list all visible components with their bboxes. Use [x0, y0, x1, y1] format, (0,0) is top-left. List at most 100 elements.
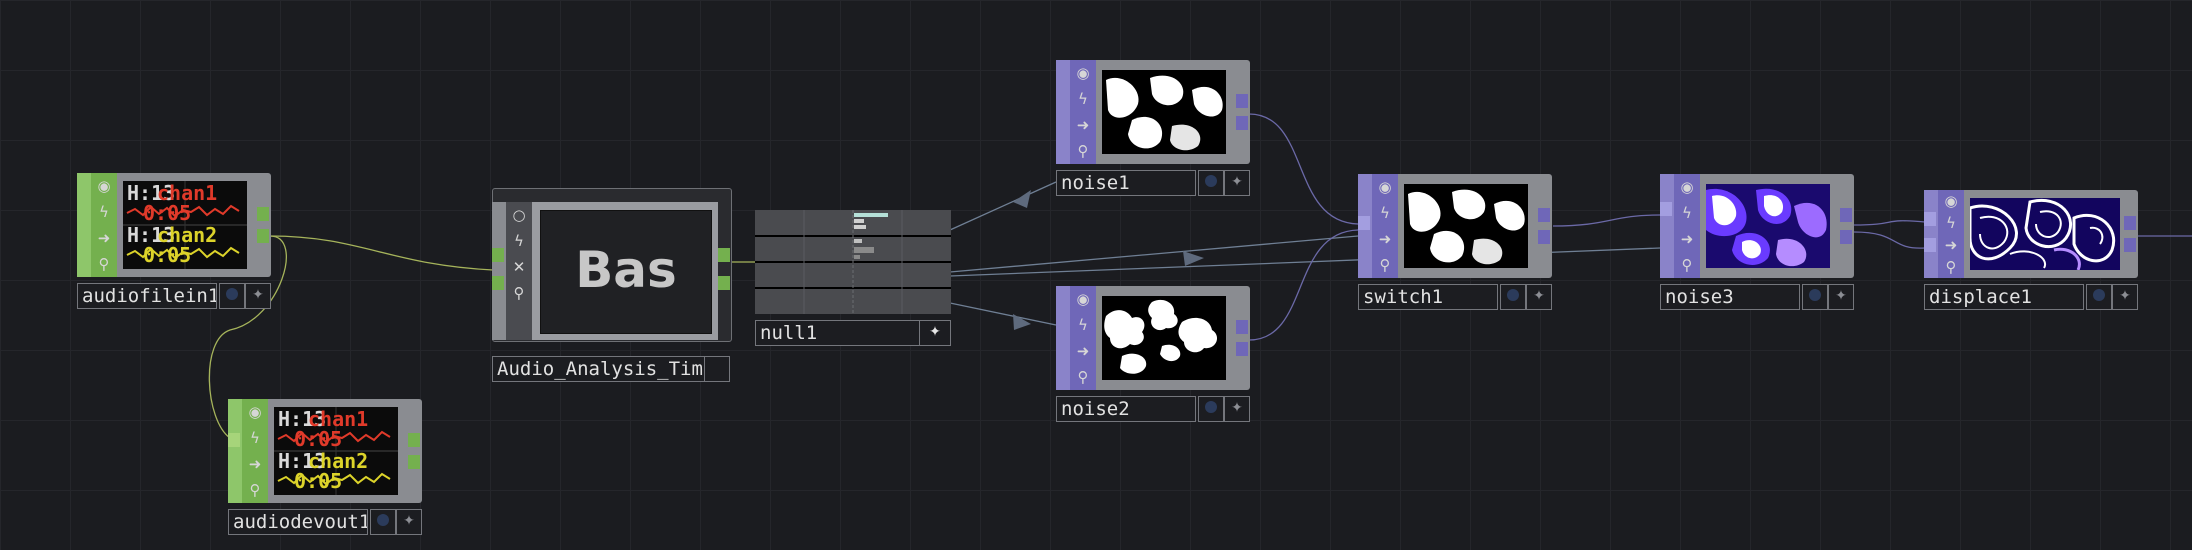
node-name[interactable]: Audio_Analysis_Time	[492, 356, 706, 382]
node-audiofilein1[interactable]: ◉ ϟ ➜ ⚲ H:13 chan1 0:05 H:13 chan2 0:05 …	[77, 173, 271, 309]
node-name[interactable]: noise2	[1056, 396, 1196, 422]
top-preview[interactable]	[1706, 184, 1830, 268]
node-null1[interactable]: null1 ✦	[755, 210, 951, 346]
star-icon[interactable]: ✦	[1828, 284, 1854, 310]
wrench-icon[interactable]: ⚲	[91, 251, 117, 277]
chop-viewer[interactable]: H:13 chan1 0:05 H:13 chan2 0:05	[274, 407, 398, 495]
node-name[interactable]: switch1	[1358, 284, 1498, 310]
output-connector[interactable]	[1236, 320, 1248, 334]
circle-icon[interactable]: ○	[506, 202, 532, 228]
close-icon[interactable]: ✕	[506, 254, 532, 280]
node-noise2[interactable]: ◉ ϟ ➜ ⚲ noise2 ✦	[1056, 286, 1250, 422]
output-connector[interactable]	[1236, 94, 1248, 108]
output-connector[interactable]	[257, 207, 269, 221]
arrow-right-icon[interactable]: ➜	[1674, 226, 1700, 252]
input-connector[interactable]	[1660, 202, 1672, 216]
chop-bar-viewer[interactable]	[755, 210, 951, 314]
top-preview[interactable]	[1102, 296, 1226, 380]
wire-noise3-to-displace1-b	[1853, 231, 1926, 249]
lightning-icon[interactable]: ϟ	[1674, 200, 1700, 226]
bypass-icon[interactable]: ◉	[1070, 60, 1096, 86]
wrench-icon[interactable]: ⚲	[1372, 252, 1398, 278]
top-preview[interactable]	[1970, 198, 2120, 270]
bypass-icon[interactable]: ◉	[1674, 174, 1700, 200]
input-connector[interactable]	[1924, 212, 1936, 226]
input-connector[interactable]	[492, 248, 504, 262]
node-switch1[interactable]: ◉ ϟ ➜ ⚲ switch1 ✦	[1358, 174, 1552, 310]
chop-viewer[interactable]: H:13 chan1 0:05 H:13 chan2 0:05	[123, 181, 247, 269]
lightning-icon[interactable]: ϟ	[1938, 212, 1964, 234]
star-icon[interactable]: ✦	[245, 283, 271, 309]
node-name[interactable]: audiodevout1	[228, 509, 368, 535]
bypass-icon[interactable]: ◉	[242, 399, 268, 425]
input-connector[interactable]	[492, 276, 504, 290]
lightning-icon[interactable]: ϟ	[1070, 86, 1096, 112]
bypass-icon[interactable]: ◉	[1938, 190, 1964, 212]
wrench-icon[interactable]: ⚲	[1070, 364, 1096, 390]
star-icon[interactable]: ✦	[2112, 284, 2138, 310]
viewer-toggle-icon[interactable]	[219, 283, 245, 309]
node-noise3[interactable]: ◉ ϟ ➜ ⚲ noise3 ✦	[1660, 174, 1854, 310]
viewer-toggle-icon[interactable]	[1198, 396, 1224, 422]
input-connector[interactable]	[1924, 238, 1936, 252]
input-connector[interactable]	[1358, 216, 1370, 230]
bypass-icon[interactable]: ◉	[91, 173, 117, 199]
lightning-icon[interactable]: ϟ	[506, 228, 532, 254]
wrench-icon[interactable]: ⚲	[242, 477, 268, 503]
output-connector[interactable]	[718, 248, 730, 262]
top-preview[interactable]	[1404, 184, 1528, 268]
node-name[interactable]: noise1	[1056, 170, 1196, 196]
node-name[interactable]: noise3	[1660, 284, 1800, 310]
viewer-toggle-icon[interactable]	[704, 356, 730, 382]
comp-viewer[interactable]: Bas	[540, 210, 712, 334]
output-connector[interactable]	[1840, 230, 1852, 244]
arrow-right-icon[interactable]: ➜	[91, 225, 117, 251]
node-audio-analysis-base[interactable]: ○ ϟ ✕ ⚲ Bas Audio_Analysis_Time	[492, 188, 732, 384]
node-noise1[interactable]: ◉ ϟ ➜ ⚲ noise1 ✦	[1056, 60, 1250, 196]
wrench-icon[interactable]: ⚲	[506, 280, 532, 306]
viewer-toggle-icon[interactable]	[370, 509, 396, 535]
wrench-icon[interactable]: ⚲	[1938, 256, 1964, 278]
lightning-icon[interactable]: ϟ	[242, 425, 268, 451]
arrow-right-icon[interactable]: ➜	[1372, 226, 1398, 252]
star-icon[interactable]: ✦	[396, 509, 422, 535]
viewer-toggle-icon[interactable]	[1802, 284, 1828, 310]
node-audiodevout1[interactable]: ◉ ϟ ➜ ⚲ H:13 chan1 0:05 H:13 chan2 0:05 …	[228, 399, 422, 535]
node-name[interactable]: null1	[755, 320, 921, 346]
arrow-right-icon[interactable]: ➜	[242, 451, 268, 477]
lightning-icon[interactable]: ϟ	[91, 199, 117, 225]
lightning-icon[interactable]: ϟ	[1070, 312, 1096, 338]
viewer-toggle-icon[interactable]	[1198, 170, 1224, 196]
output-connector[interactable]	[2124, 216, 2136, 230]
viewer-toggle-icon[interactable]	[1500, 284, 1526, 310]
input-connector[interactable]	[228, 433, 240, 447]
lightning-icon[interactable]: ϟ	[1372, 200, 1398, 226]
flag-column: ◉ ϟ ➜ ⚲	[1070, 286, 1096, 390]
star-icon[interactable]: ✦	[1224, 396, 1250, 422]
bypass-icon[interactable]: ◉	[1070, 286, 1096, 312]
output-connector[interactable]	[1840, 208, 1852, 222]
node-name[interactable]: audiofilein1	[77, 283, 217, 309]
output-connector[interactable]	[1236, 116, 1248, 130]
arrow-right-icon[interactable]: ➜	[1070, 112, 1096, 138]
output-connector[interactable]	[1236, 342, 1248, 356]
output-connector[interactable]	[408, 455, 420, 469]
bypass-icon[interactable]: ◉	[1372, 174, 1398, 200]
node-name[interactable]: displace1	[1924, 284, 2084, 310]
node-displace1[interactable]: ◉ ϟ ➜ ⚲ displace1 ✦	[1924, 190, 2138, 310]
output-connector[interactable]	[408, 433, 420, 447]
viewer-toggle-icon[interactable]	[2086, 284, 2112, 310]
star-icon[interactable]: ✦	[1526, 284, 1552, 310]
wrench-icon[interactable]: ⚲	[1070, 138, 1096, 164]
output-connector[interactable]	[1538, 230, 1550, 244]
output-connector[interactable]	[257, 229, 269, 243]
wrench-icon[interactable]: ⚲	[1674, 252, 1700, 278]
arrow-right-icon[interactable]: ➜	[1938, 234, 1964, 256]
star-icon[interactable]: ✦	[919, 320, 951, 346]
output-connector[interactable]	[1538, 208, 1550, 222]
output-connector[interactable]	[2124, 238, 2136, 252]
star-icon[interactable]: ✦	[1224, 170, 1250, 196]
output-connector[interactable]	[718, 276, 730, 290]
top-preview[interactable]	[1102, 70, 1226, 154]
arrow-right-icon[interactable]: ➜	[1070, 338, 1096, 364]
